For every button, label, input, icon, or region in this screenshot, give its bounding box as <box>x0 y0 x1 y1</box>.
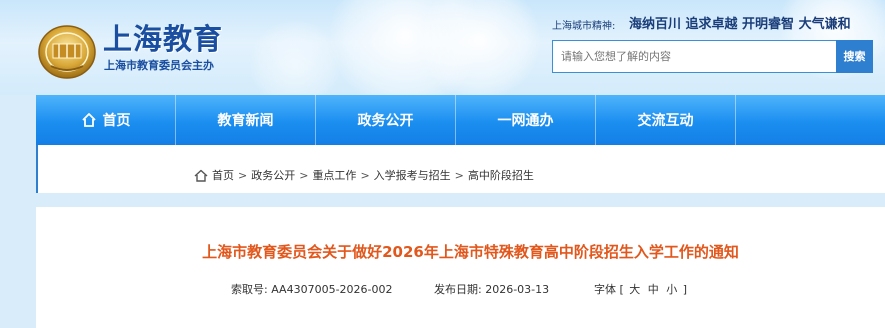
breadcrumb-home[interactable]: 首页 <box>212 167 234 183</box>
breadcrumb-separator: > <box>360 168 370 182</box>
search-button[interactable]: 搜索 <box>836 40 873 73</box>
nav-item-interaction[interactable]: 交流互动 <box>596 95 736 145</box>
font-bracket-close: ] <box>682 283 688 296</box>
city-motto: 海纳百川 追求卓越 开明睿智 大气谦和 <box>629 17 851 32</box>
article-index: 索取号: AA4307005-2026-002 <box>231 281 393 297</box>
home-icon <box>194 169 208 182</box>
font-size-control: 字体 [ 大 中 小 ] <box>594 281 687 297</box>
breadcrumb-panel: 首页 > 政务公开 > 重点工作 > 入学报考与招生 > 高中阶段招生 <box>36 145 885 193</box>
font-large-button[interactable]: 大 <box>627 283 642 296</box>
motto-label: 上海城市精神: <box>552 21 616 32</box>
decorative-flower <box>250 20 340 95</box>
nav-item-label: 政务公开 <box>357 113 414 129</box>
breadcrumb-enrollment[interactable]: 入学报考与招生 <box>374 167 451 183</box>
font-medium-button[interactable]: 中 <box>646 283 661 296</box>
article-content: 上海市教育委员会关于做好2026年上海市特殊教育高中阶段招生入学工作的通知 索取… <box>36 207 885 328</box>
nav-item-online-services[interactable]: 一网通办 <box>456 95 596 145</box>
main-nav: 首页 教育新闻 政务公开 一网通办 交流互动 <box>36 95 885 145</box>
article-date: 发布日期: 2026-03-13 <box>434 281 549 297</box>
font-small-button[interactable]: 小 <box>664 283 679 296</box>
breadcrumb-key-work[interactable]: 重点工作 <box>312 167 356 183</box>
nav-filler <box>736 95 885 145</box>
nav-item-government-affairs[interactable]: 政务公开 <box>316 95 456 145</box>
breadcrumb: 首页 > 政务公开 > 重点工作 > 入学报考与招生 > 高中阶段招生 <box>194 167 534 183</box>
date-label: 发布日期: <box>434 283 482 296</box>
search-input[interactable] <box>552 40 837 73</box>
index-label: 索取号: <box>231 283 268 296</box>
logo-emblem-icon <box>38 25 96 79</box>
decorative-flower <box>420 0 540 95</box>
site-name[interactable]: 上海教育 <box>103 16 223 58</box>
breadcrumb-separator: > <box>299 168 309 182</box>
breadcrumb-high-school-enrollment[interactable]: 高中阶段招生 <box>468 167 534 183</box>
breadcrumb-separator: > <box>454 168 464 182</box>
font-label: 字体 <box>594 283 616 296</box>
nav-item-education-news[interactable]: 教育新闻 <box>176 95 316 145</box>
breadcrumb-government-affairs[interactable]: 政务公开 <box>251 167 295 183</box>
site-subtitle: 上海市教育委员会主办 <box>104 59 214 72</box>
site-header: 上海教育 上海市教育委员会主办 上海城市精神: 海纳百川 追求卓越 开明睿智 大… <box>0 0 885 95</box>
nav-item-home[interactable]: 首页 <box>36 95 176 145</box>
nav-item-label: 交流互动 <box>637 113 694 129</box>
nav-item-label: 首页 <box>102 113 131 129</box>
font-bracket-open: [ <box>619 283 624 296</box>
article-title: 上海市教育委员会关于做好2026年上海市特殊教育高中阶段招生入学工作的通知 <box>202 243 739 261</box>
index-value: AA4307005-2026-002 <box>271 283 393 296</box>
nav-item-label: 一网通办 <box>497 113 554 129</box>
home-icon <box>81 113 96 127</box>
date-value: 2026-03-13 <box>485 283 550 296</box>
breadcrumb-separator: > <box>238 168 248 182</box>
nav-item-label: 教育新闻 <box>217 113 274 129</box>
